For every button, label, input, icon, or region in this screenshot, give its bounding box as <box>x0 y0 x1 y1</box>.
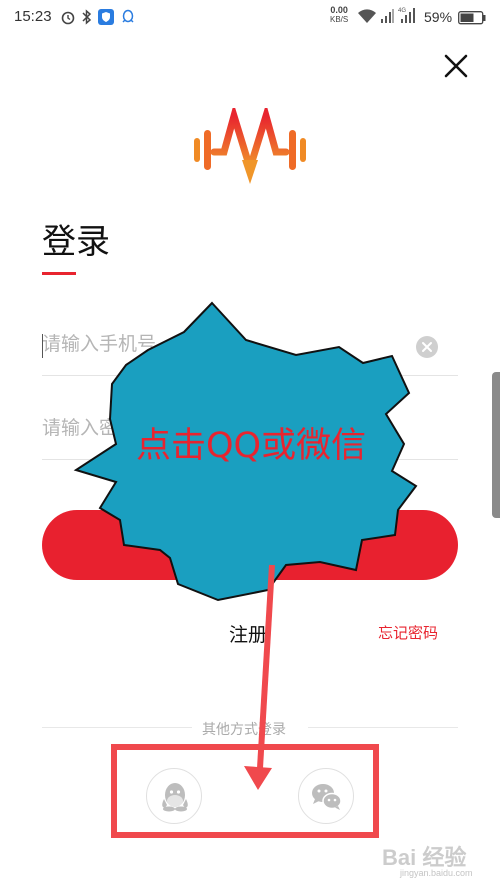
forgot-password-link[interactable]: 忘记密码 <box>378 622 438 643</box>
edge-scroll-handle[interactable] <box>492 372 500 518</box>
text-caret <box>42 334 43 358</box>
qq-icon <box>162 783 188 812</box>
qq-login-button[interactable] <box>146 768 202 824</box>
shield-app-icon <box>98 9 114 29</box>
status-time: 15:23 <box>14 8 52 25</box>
status-bar: 15:23 0.00 KB/S 4G 59% <box>0 0 500 36</box>
4g-signal-icon: 4G <box>398 6 418 28</box>
close-icon <box>444 54 468 78</box>
music-wave-logo <box>194 103 306 184</box>
qq-notification-icon <box>120 9 136 29</box>
battery-percent: 59% <box>424 9 453 25</box>
app-logo <box>192 103 308 190</box>
bluetooth-icon <box>81 9 93 29</box>
other-login-label: 其他方式登录 <box>200 719 288 739</box>
password-field <box>42 400 458 460</box>
alarm-icon <box>60 9 76 29</box>
login-button[interactable] <box>42 510 458 580</box>
net-speed: 0.00 KB/S <box>330 5 349 25</box>
register-link[interactable]: 注册 <box>229 620 267 647</box>
pointer-arrow-head <box>244 766 272 790</box>
phone-field <box>42 316 458 376</box>
svg-text:4G: 4G <box>398 8 406 14</box>
page-title: 登录 <box>42 222 110 262</box>
battery-icon <box>458 10 486 29</box>
clear-icon <box>422 342 432 352</box>
wechat-icon <box>312 784 342 810</box>
wifi-icon <box>357 8 377 28</box>
phone-input[interactable] <box>42 324 402 364</box>
wechat-login-button[interactable] <box>298 768 354 824</box>
close-button[interactable] <box>440 50 472 82</box>
clear-button[interactable] <box>416 336 438 358</box>
divider-right <box>308 727 458 728</box>
watermark-sub: jingyan.baidu.com <box>400 868 473 878</box>
signal-icon <box>380 8 394 28</box>
password-input[interactable] <box>42 408 402 448</box>
title-underline <box>42 272 76 275</box>
divider-left <box>42 727 192 728</box>
